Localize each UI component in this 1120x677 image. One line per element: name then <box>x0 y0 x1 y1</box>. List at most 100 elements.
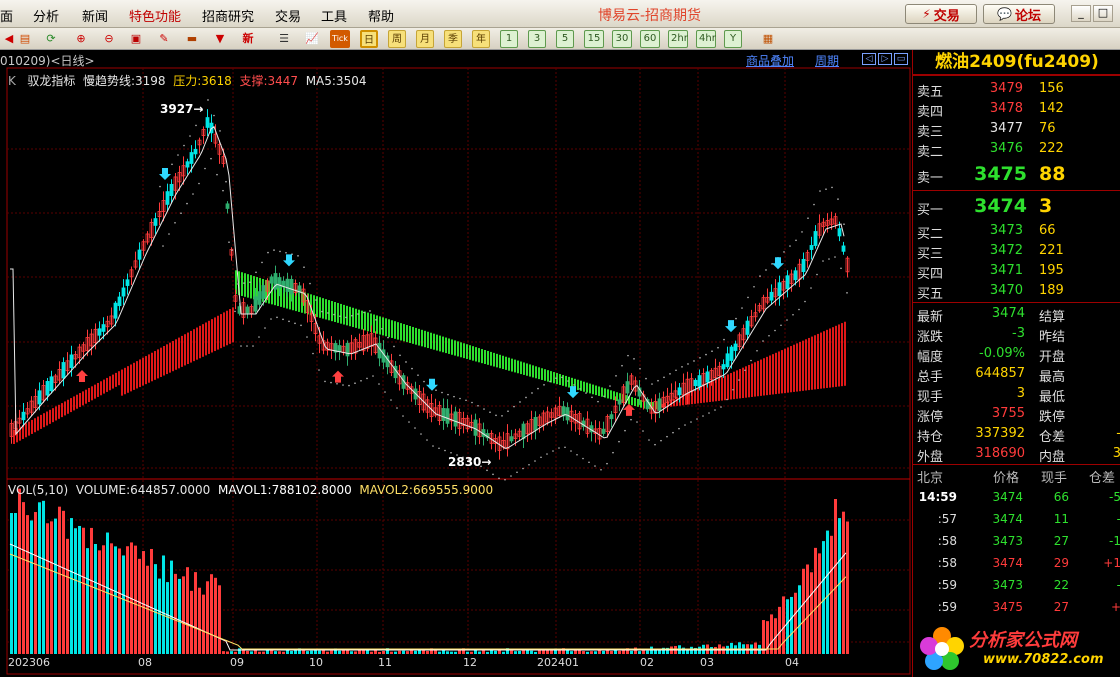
trade-button[interactable]: ⚡ 交易 <box>905 4 977 24</box>
support-dot <box>666 435 668 438</box>
new-icon[interactable]: 新 <box>239 30 257 48</box>
volume-bar <box>394 651 397 654</box>
candle-body <box>37 390 42 405</box>
window-icon[interactable]: ▣ <box>127 30 145 48</box>
bid-volume: 189 <box>1039 283 1064 298</box>
minute-1-button[interactable]: 1 <box>500 30 518 48</box>
minute-30-button[interactable]: 30 <box>612 30 632 48</box>
minute-15-button[interactable]: 15 <box>584 30 604 48</box>
volume-bar <box>162 555 165 654</box>
zoom-in-icon[interactable]: ⊕ <box>72 30 90 48</box>
support-dot <box>588 461 590 464</box>
bid-row-1: 买一 3474 3 <box>913 195 1120 219</box>
app-title: 博易云-招商期货 <box>598 8 702 24</box>
period-month-button[interactable]: 月 <box>416 30 434 48</box>
candle-body <box>521 423 526 439</box>
refresh-icon[interactable]: ⟳ <box>42 30 60 48</box>
volume-bar <box>530 650 533 654</box>
resistance-dot <box>657 379 659 382</box>
minute-60-button[interactable]: 60 <box>640 30 660 48</box>
period-link[interactable]: 周期 <box>815 52 839 69</box>
volume-bar <box>218 585 221 654</box>
resistance-dot <box>495 414 497 417</box>
hour-4-button[interactable]: 4hr <box>696 30 716 48</box>
pencil-icon[interactable]: ✎ <box>155 30 173 48</box>
candle-body <box>617 399 622 405</box>
overlay-commodity-link[interactable]: 商品叠加 <box>746 52 794 69</box>
candle-body <box>189 152 194 164</box>
forum-button[interactable]: 💬 论坛 <box>983 4 1055 24</box>
volume-bar <box>450 651 453 654</box>
support-dot <box>834 256 836 258</box>
resistance-dot <box>759 275 761 277</box>
line-chart-icon[interactable]: 📈 <box>303 30 321 48</box>
period-day-button[interactable]: 日 <box>360 30 378 48</box>
candle-body <box>97 328 102 336</box>
watermark: 分析家公式网 www.70822.com <box>913 620 1120 677</box>
menu-item-tools[interactable]: 工具 <box>321 6 347 25</box>
tick-price: 3474 <box>992 556 1023 570</box>
menu-item-research[interactable]: 招商研究 <box>202 6 254 25</box>
menu-item-special-features[interactable]: 特色功能 <box>129 6 181 25</box>
menu-item-help[interactable]: 帮助 <box>368 6 394 25</box>
volume-bar <box>582 651 585 654</box>
support-dot <box>240 345 242 347</box>
resistance-dot <box>225 180 227 183</box>
volume-bar <box>802 568 805 654</box>
period-week-button[interactable]: 周 <box>388 30 406 48</box>
candle-body <box>277 277 282 289</box>
hour-2-button[interactable]: 2hr <box>668 30 688 48</box>
chat-icon: 💬 <box>997 7 1012 21</box>
zoom-out-icon[interactable]: ⊖ <box>100 30 118 48</box>
custom-period-button[interactable]: Y <box>724 30 742 48</box>
volume-bar <box>230 651 233 654</box>
period-quarter-button[interactable]: 季 <box>444 30 462 48</box>
list-icon[interactable]: ☰ <box>275 30 293 48</box>
maximize-button[interactable]: □ <box>1093 5 1113 22</box>
tick-button[interactable]: Tick <box>330 30 350 48</box>
candle-body <box>705 371 710 383</box>
candle-body <box>101 324 106 332</box>
minute-3-button[interactable]: 3 <box>528 30 546 48</box>
resistance-dot <box>705 353 707 356</box>
draw-tools-icon[interactable]: ▬ <box>183 30 201 48</box>
volume-bar <box>434 650 437 654</box>
stat-label: 外盘 <box>917 450 944 465</box>
flower-logo-icon <box>920 627 964 670</box>
tick-change: - <box>1085 512 1120 526</box>
fullscreen-icon[interactable]: ▭ <box>894 53 908 65</box>
support-dot <box>750 359 752 362</box>
volume-bar <box>202 594 205 654</box>
funnel-icon[interactable]: ▼ <box>211 30 229 48</box>
resistance-dot <box>435 389 437 392</box>
minimize-button[interactable]: _ <box>1071 5 1091 22</box>
tick-change: + <box>1110 600 1120 614</box>
menu-item-analysis[interactable]: 分析 <box>33 6 59 25</box>
volume-bar <box>630 650 633 654</box>
support-dot <box>606 462 608 465</box>
indicator-readout: K 驭龙指标 慢趋势线:3198 压力:3618 支撑:3447 MA5:350… <box>8 72 366 89</box>
menu-item-trade[interactable]: 交易 <box>275 6 301 25</box>
volume-bar <box>150 548 153 654</box>
chart-type-icon[interactable]: ▤ <box>16 30 34 48</box>
menu-item-news[interactable]: 新闻 <box>82 6 108 25</box>
stat-label-2: 最低 <box>1039 390 1066 405</box>
support-dot <box>720 406 722 408</box>
layout-icon[interactable]: ▦ <box>759 30 777 48</box>
volume-bar <box>226 651 229 654</box>
resistance-dot <box>669 373 671 375</box>
bid-price: 3471 <box>989 263 1023 278</box>
resistance-dot <box>171 163 173 166</box>
scroll-left-icon[interactable]: ◁ <box>862 53 876 65</box>
support-dot <box>264 327 266 329</box>
minute-5-button[interactable]: 5 <box>556 30 574 48</box>
support-dot <box>432 445 434 447</box>
resistance-dot <box>795 239 797 242</box>
menu-item-view[interactable]: 面 <box>0 6 13 25</box>
period-year-button[interactable]: 年 <box>472 30 490 48</box>
scroll-right-icon[interactable]: ▷ <box>878 53 892 65</box>
volume-bar <box>222 651 225 654</box>
chart-area[interactable]: 3927→ 2830→ 202306 08 09 10 11 12 202401 02 03 04 0… <box>0 50 912 677</box>
support-dot <box>162 245 164 247</box>
resistance-dot <box>807 217 809 219</box>
